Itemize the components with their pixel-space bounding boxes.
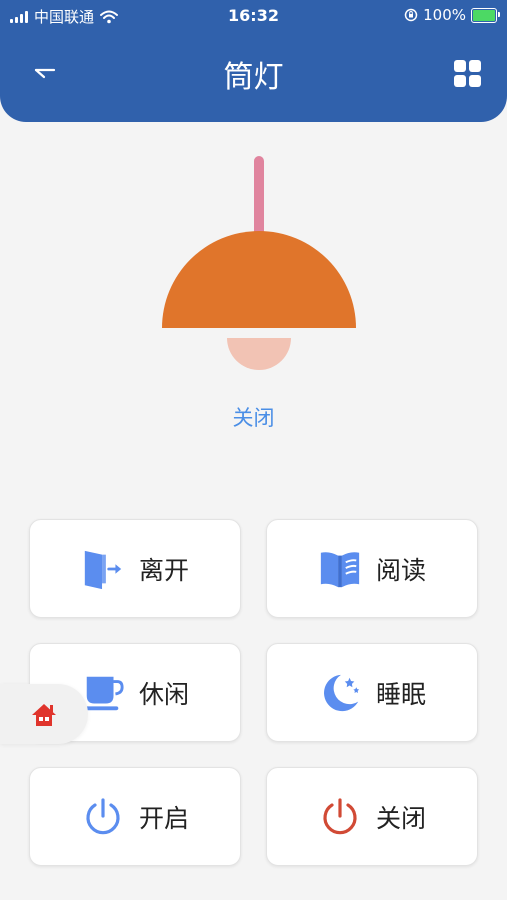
floating-home-button[interactable] [0, 684, 88, 744]
power-on-button[interactable]: 开启 [29, 767, 241, 866]
status-right: 100% [404, 6, 500, 24]
mode-leisure-label: 休闲 [138, 679, 189, 709]
lamp-bulb [227, 338, 291, 370]
power-on-label: 开启 [138, 803, 189, 833]
power-off-icon [318, 795, 362, 839]
moon-stars-icon [318, 671, 362, 715]
lamp-state-label: 关闭 [232, 406, 275, 430]
battery-percent: 100% [423, 6, 466, 24]
exit-door-icon [81, 547, 125, 591]
mode-read-button[interactable]: 阅读 [266, 519, 478, 618]
mode-sleep-button[interactable]: 睡眠 [266, 643, 478, 742]
home-icon [32, 704, 56, 726]
mode-leave-label: 离开 [138, 555, 189, 585]
lamp-cord [254, 156, 264, 236]
power-on-icon [81, 795, 125, 839]
lamp-illustration[interactable] [150, 150, 370, 380]
page-title: 筒灯 [223, 60, 284, 95]
open-book-icon [318, 547, 362, 591]
grid-menu-icon[interactable] [453, 59, 483, 89]
power-off-button[interactable]: 关闭 [266, 767, 478, 866]
mode-read-label: 阅读 [375, 555, 426, 585]
coffee-cup-icon [81, 671, 125, 715]
mode-leave-button[interactable]: 离开 [29, 519, 241, 618]
app-header: 中国联通 16:32 100% 筒灯 [0, 0, 507, 122]
orientation-lock-icon [404, 8, 418, 22]
mode-sleep-label: 睡眠 [375, 679, 426, 709]
power-off-label: 关闭 [375, 803, 426, 833]
lamp-shade [162, 231, 356, 328]
battery-icon [471, 7, 500, 23]
status-bar: 中国联通 16:32 100% [0, 0, 507, 32]
